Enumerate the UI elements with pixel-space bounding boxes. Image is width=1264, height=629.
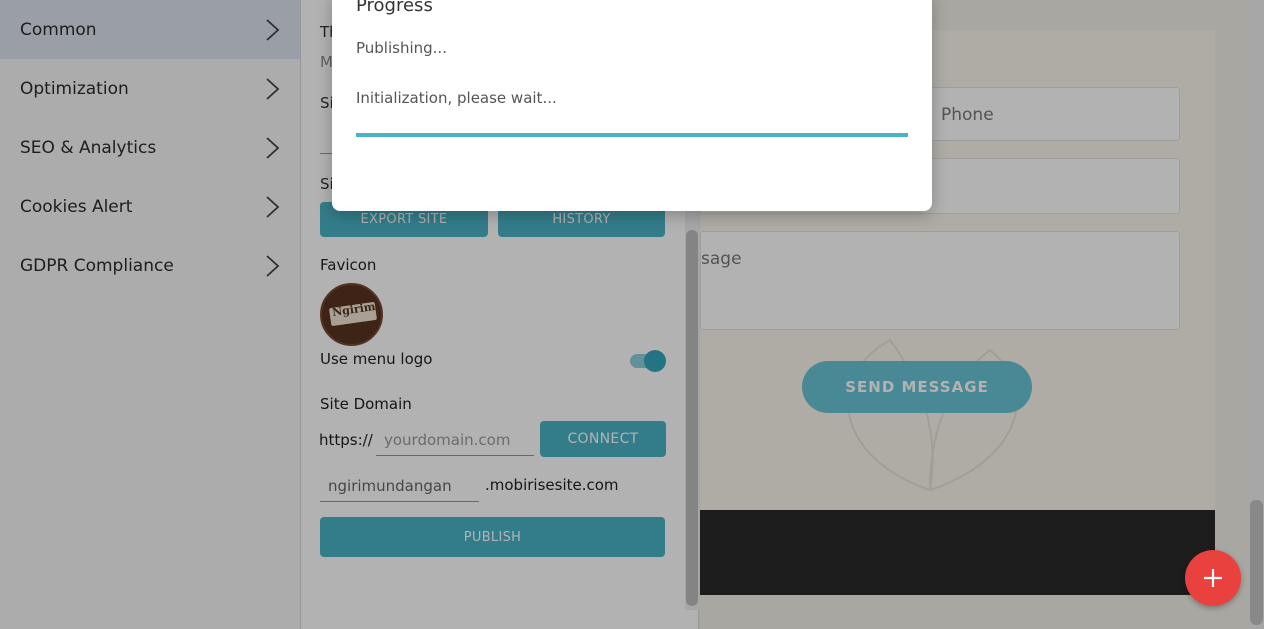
dialog-detail: Initialization, please wait... [356, 89, 557, 107]
progress-dialog: Progress Publishing... Initialization, p… [332, 0, 932, 211]
progress-bar-fill [356, 133, 908, 137]
add-block-button[interactable] [1185, 550, 1241, 606]
plus-icon [1204, 569, 1222, 587]
dialog-title: Progress [356, 0, 433, 16]
progress-bar [356, 133, 908, 137]
dialog-status: Publishing... [356, 39, 447, 57]
